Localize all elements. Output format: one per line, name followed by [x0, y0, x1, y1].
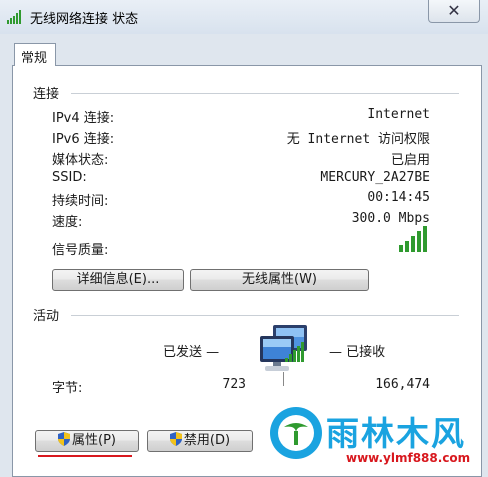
close-icon: ✕	[447, 1, 461, 20]
watermark-brand: 雨林木风	[326, 414, 466, 453]
ipv4-value: Internet	[367, 107, 430, 122]
details-button[interactable]: 详细信息(E)...	[52, 269, 184, 291]
uac-shield-icon	[169, 432, 182, 446]
connection-divider	[71, 93, 459, 94]
speed-value: 300.0 Mbps	[351, 211, 430, 226]
window-title: 无线网络连接 状态	[30, 12, 139, 27]
disable-button-label: 禁用(D)	[183, 433, 231, 448]
duration-label: 持续时间:	[52, 194, 109, 209]
watermark-url: www.ylmf888.com	[346, 451, 471, 465]
activity-divider	[71, 315, 459, 316]
ssid-value: MERCURY_2A27BE	[320, 170, 430, 185]
properties-button[interactable]: 属性(P)	[35, 430, 139, 452]
wireless-properties-button[interactable]: 无线属性(W)	[190, 269, 369, 291]
ipv6-label: IPv6 连接:	[52, 132, 115, 147]
signal-quality-label: 信号质量:	[52, 243, 109, 258]
bytes-sent-value: 723	[222, 377, 246, 392]
tab-label: 常规	[21, 51, 48, 66]
activity-section-title: 活动	[33, 309, 60, 324]
network-computers-icon	[260, 325, 307, 386]
connection-section-title: 连接	[33, 87, 60, 102]
highlight-underline	[38, 455, 132, 457]
watermark: 雨林木风 www.ylmf888.com	[266, 403, 488, 477]
media-state-label: 媒体状态:	[52, 153, 109, 168]
ipv4-label: IPv4 连接:	[52, 111, 115, 126]
sent-label: 已发送 —	[163, 345, 220, 360]
signal-strength-icon	[399, 226, 427, 252]
duration-value: 00:14:45	[367, 190, 430, 205]
title-bar: 无线网络连接 状态 ✕	[0, 0, 488, 34]
ssid-label: SSID:	[52, 170, 87, 185]
received-label: — 已接收	[329, 345, 386, 360]
properties-button-label: 属性(P)	[72, 433, 116, 448]
tab-general[interactable]: 常规	[14, 43, 56, 66]
bytes-received-value: 166,474	[375, 377, 430, 392]
speed-label: 速度:	[52, 215, 83, 230]
bytes-label: 字节:	[52, 381, 83, 396]
media-state-value: 已启用	[390, 153, 430, 168]
ipv6-value: 无 Internet 访问权限	[286, 132, 430, 147]
wireless-signal-icon	[7, 10, 21, 24]
close-button[interactable]: ✕	[428, 0, 480, 23]
ylmf-logo-icon	[270, 407, 322, 459]
uac-shield-icon	[58, 432, 70, 446]
disable-button[interactable]: 禁用(D)	[147, 430, 253, 452]
